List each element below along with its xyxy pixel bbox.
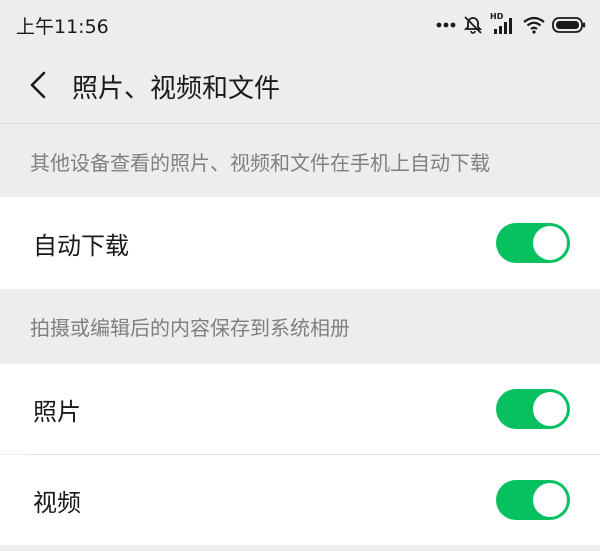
setting-row-video[interactable]: 视频	[0, 455, 600, 545]
setting-row-photo[interactable]: 照片	[0, 364, 600, 454]
video-toggle[interactable]	[496, 480, 570, 520]
battery-icon	[552, 16, 586, 34]
setting-label: 自动下载	[33, 231, 129, 260]
nav-bar: 照片、视频和文件	[0, 50, 600, 124]
wifi-icon	[523, 16, 545, 34]
page-title: 照片、视频和文件	[72, 74, 281, 104]
section-caption-save-to-album: 拍摄或编辑后的内容保存到系统相册	[0, 289, 600, 364]
photo-toggle[interactable]	[496, 389, 570, 429]
toggle-knob	[533, 226, 567, 260]
status-time: 上午11:56	[16, 16, 109, 38]
setting-label: 照片	[33, 397, 81, 426]
section-caption-text: 其他设备查看的照片、视频和文件在手机上自动下载	[30, 150, 490, 175]
chevron-left-icon[interactable]	[26, 69, 50, 101]
setting-label: 视频	[33, 488, 81, 517]
toggle-knob	[533, 392, 567, 426]
auto-download-toggle[interactable]	[496, 223, 570, 263]
hd-signal-icon: HD	[490, 12, 516, 36]
toggle-knob	[533, 483, 567, 517]
status-bar: 上午11:56 HD	[0, 0, 600, 50]
setting-row-auto-download[interactable]: 自动下载	[0, 197, 600, 289]
section-caption-text: 拍摄或编辑后的内容保存到系统相册	[30, 316, 350, 340]
dots-icon	[436, 21, 456, 29]
alarm-off-icon	[463, 15, 483, 35]
section-caption-auto-download: 其他设备查看的照片、视频和文件在手机上自动下载	[0, 125, 600, 197]
status-icons: HD	[436, 12, 586, 36]
